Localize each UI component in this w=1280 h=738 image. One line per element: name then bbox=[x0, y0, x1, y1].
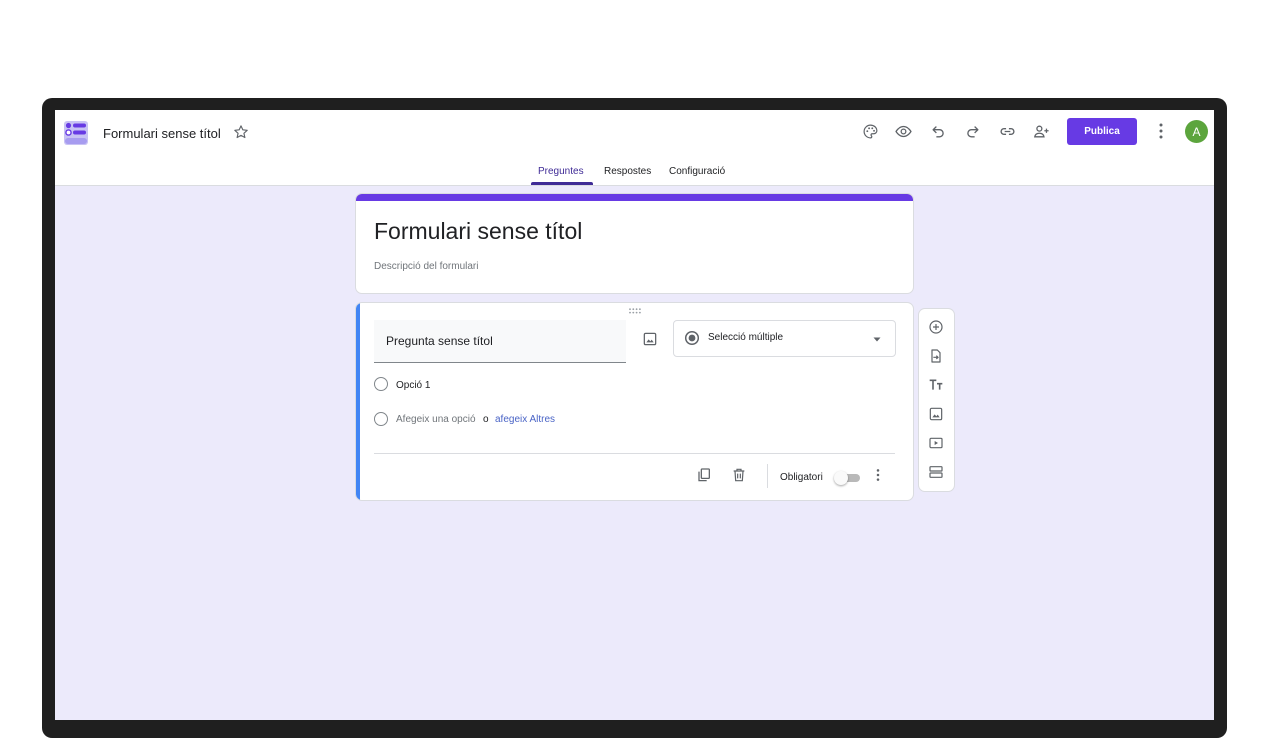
add-collaborator-icon[interactable] bbox=[1031, 121, 1051, 141]
tab-questions[interactable]: Preguntes bbox=[538, 166, 584, 177]
caret-down-icon bbox=[873, 337, 881, 342]
star-icon[interactable] bbox=[233, 124, 249, 140]
question-footer-divider bbox=[374, 453, 895, 454]
form-title-card[interactable]: Formulari sense títol Descripció del for… bbox=[356, 194, 913, 293]
import-questions-icon[interactable] bbox=[927, 347, 945, 365]
footer-separator bbox=[767, 464, 768, 488]
radio-button-icon bbox=[684, 330, 700, 346]
more-vert-icon[interactable] bbox=[1153, 122, 1169, 140]
question-type-label: Selecció múltiple bbox=[708, 332, 784, 343]
add-image-icon[interactable] bbox=[642, 331, 658, 347]
account-avatar[interactable]: A bbox=[1185, 120, 1208, 143]
eye-icon[interactable] bbox=[893, 121, 913, 141]
side-toolbar bbox=[919, 309, 954, 491]
add-other-link[interactable]: afegeix Altres bbox=[495, 414, 555, 425]
forms-logo-icon[interactable] bbox=[64, 121, 88, 145]
question-focus-accent bbox=[356, 303, 360, 500]
document-title[interactable]: Formulari sense títol bbox=[103, 126, 221, 141]
add-option-link[interactable]: Afegeix una opció bbox=[396, 414, 476, 425]
question-type-dropdown[interactable]: Selecció múltiple bbox=[673, 320, 896, 357]
form-description-field[interactable]: Descripció del formulari bbox=[374, 261, 478, 272]
redo-icon[interactable] bbox=[962, 121, 982, 141]
delete-icon[interactable] bbox=[730, 466, 748, 484]
toggle-knob bbox=[834, 471, 848, 485]
palette-icon[interactable] bbox=[860, 121, 880, 141]
add-option-radio-icon bbox=[374, 412, 388, 426]
required-label: Obligatori bbox=[780, 472, 823, 483]
add-question-icon[interactable] bbox=[927, 318, 945, 336]
form-title[interactable]: Formulari sense títol bbox=[374, 218, 582, 245]
add-title-icon[interactable] bbox=[927, 376, 945, 394]
top-bar: Formulari sense títol Publica A Pregunte… bbox=[55, 110, 1214, 186]
duplicate-icon[interactable] bbox=[695, 466, 713, 484]
more-options-icon[interactable] bbox=[869, 466, 887, 484]
question-title-input[interactable]: Pregunta sense títol bbox=[374, 320, 626, 363]
required-toggle[interactable] bbox=[834, 471, 862, 485]
or-text: o bbox=[483, 414, 489, 425]
drag-handle-icon[interactable] bbox=[628, 308, 642, 314]
link-icon[interactable] bbox=[997, 121, 1017, 141]
tab-responses[interactable]: Respostes bbox=[604, 166, 651, 177]
forms-editor-screen: Formulari sense títol Publica A Pregunte… bbox=[55, 110, 1214, 720]
add-video-icon[interactable] bbox=[927, 434, 945, 452]
option-radio-icon bbox=[374, 377, 388, 391]
title-card-accent bbox=[356, 194, 913, 201]
add-image-icon[interactable] bbox=[927, 405, 945, 423]
active-tab-indicator bbox=[531, 182, 593, 185]
undo-icon[interactable] bbox=[928, 121, 948, 141]
tab-settings[interactable]: Configuració bbox=[669, 166, 725, 177]
question-card[interactable]: Pregunta sense títol Selecció múltiple O… bbox=[356, 303, 913, 500]
add-section-icon[interactable] bbox=[927, 463, 945, 481]
question-title-text: Pregunta sense títol bbox=[386, 334, 493, 348]
option-1-label[interactable]: Opció 1 bbox=[396, 380, 430, 391]
publish-button[interactable]: Publica bbox=[1067, 118, 1137, 145]
